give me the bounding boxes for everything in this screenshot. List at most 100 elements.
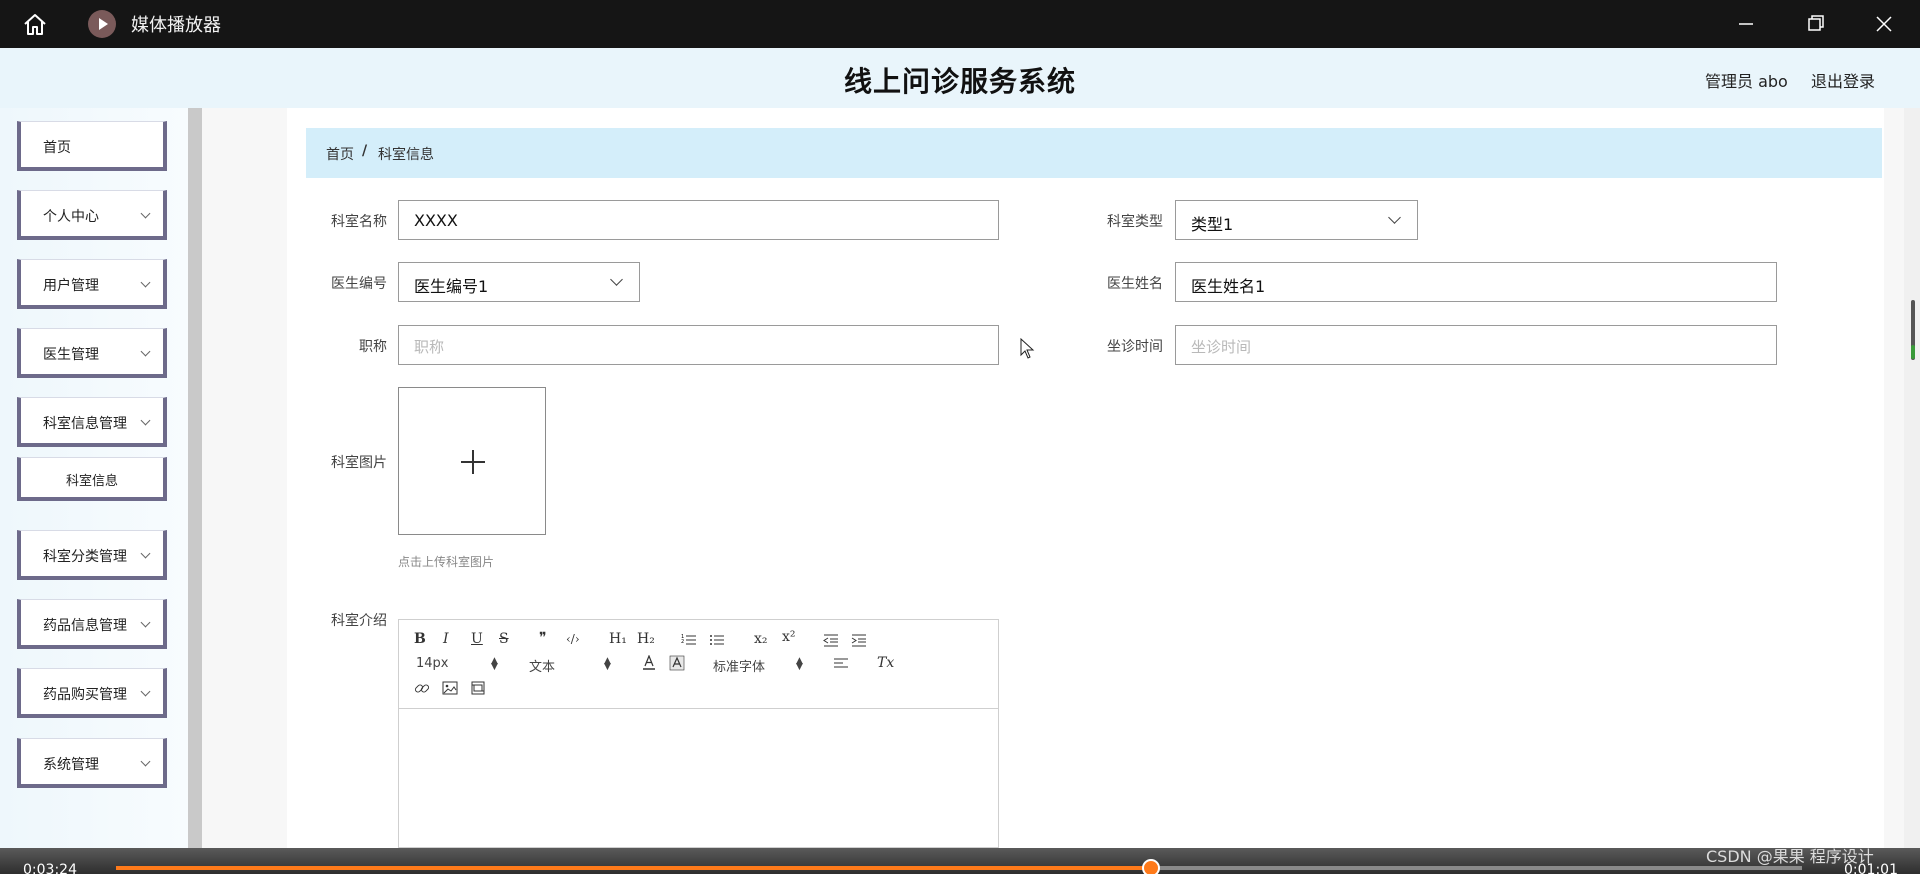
job-title-input[interactable]: 职称 [398, 325, 999, 365]
chevron-down-icon [140, 686, 151, 697]
chevron-down-icon [140, 346, 151, 357]
sidebar-item-label: 药品购买管理 [43, 687, 127, 703]
chevron-down-icon [140, 208, 151, 219]
blockquote-button[interactable]: ❞ [539, 630, 547, 646]
sidebar-item-drug-info-management[interactable]: 药品信息管理 [17, 599, 167, 649]
plus-icon-vertical [472, 450, 474, 474]
upload-hint: 点击上传科室图片 [398, 555, 495, 569]
select-arrows-icon: ▲ ▼ [796, 656, 803, 672]
doctor-no-value: 医生编号1 [414, 277, 489, 296]
dept-name-input[interactable]: XXXX [398, 200, 999, 240]
vertical-scrollbar[interactable] [1904, 108, 1920, 848]
rich-text-editor[interactable] [398, 708, 999, 848]
italic-button[interactable]: I [443, 631, 449, 647]
subscript-button[interactable]: x₂ [754, 631, 768, 647]
breadcrumb-separator: / [362, 143, 368, 159]
player-control-bar [0, 848, 1920, 874]
sidebar-item-label: 首页 [43, 140, 71, 156]
logout-link[interactable]: 退出登录 [1811, 68, 1875, 92]
sidebar-subitem-dept-info[interactable]: 科室信息 [17, 457, 167, 501]
dept-type-label: 科室类型 [1107, 214, 1163, 230]
doctor-no-label: 医生编号 [331, 276, 387, 292]
underline-button[interactable]: U [471, 631, 483, 647]
select-arrows-icon: ▲ ▼ [491, 656, 498, 672]
image-icon[interactable] [442, 680, 458, 696]
sidebar-item-label: 科室信息 [65, 474, 118, 489]
page-title: 线上问诊服务系统 [843, 65, 1076, 98]
indent-icon[interactable] [851, 633, 867, 647]
font-size-select[interactable]: 14px [416, 656, 449, 671]
select-arrows-icon: ▲ ▼ [604, 656, 611, 672]
dept-type-value: 类型1 [1191, 215, 1234, 234]
strike-button[interactable]: S [499, 631, 509, 647]
seek-handle[interactable] [1142, 859, 1160, 874]
chevron-down-icon [1388, 211, 1401, 224]
sidebar-item-dept-info-management[interactable]: 科室信息管理 [17, 397, 167, 447]
clinic-time-input[interactable]: 坐诊时间 [1175, 325, 1777, 365]
job-title-label: 职称 [359, 339, 387, 355]
sidebar-item-dept-category-management[interactable]: 科室分类管理 [17, 530, 167, 580]
dept-intro-label: 科室介绍 [331, 613, 387, 629]
breadcrumb-home-link[interactable]: 首页 [326, 144, 354, 164]
home-icon[interactable] [22, 12, 48, 36]
chevron-down-icon [140, 548, 151, 559]
sidebar-item-user-management[interactable]: 用户管理 [17, 259, 167, 309]
chevron-down-icon [140, 277, 151, 288]
code-block-button[interactable]: ‹/› [566, 632, 580, 646]
background-color-icon[interactable] [669, 655, 685, 671]
sidebar-item-home[interactable]: 首页 [17, 121, 167, 171]
dept-image-label: 科室图片 [331, 455, 387, 471]
dept-image-upload[interactable] [398, 387, 546, 535]
seek-progress [116, 866, 1151, 870]
heading2-button[interactable]: H₂ [637, 631, 655, 647]
bold-button[interactable]: B [414, 631, 426, 647]
video-icon[interactable] [470, 680, 486, 696]
chevron-down-icon [140, 415, 151, 426]
doctor-name-input[interactable]: 医生姓名1 [1175, 262, 1777, 302]
sidebar-item-system-management[interactable]: 系统管理 [17, 738, 167, 788]
clinic-time-label: 坐诊时间 [1107, 339, 1163, 355]
doctor-no-select[interactable]: 医生编号1 [398, 262, 640, 302]
outdent-icon[interactable] [823, 633, 839, 647]
align-icon[interactable] [833, 657, 849, 671]
sidebar-item-label: 药品信息管理 [43, 618, 127, 634]
dept-type-select[interactable]: 类型1 [1175, 200, 1418, 240]
sidebar-item-label: 个人中心 [43, 209, 99, 225]
superscript-button[interactable]: x² [782, 629, 796, 645]
admin-user-label[interactable]: 管理员 abo [1705, 68, 1788, 92]
breadcrumb-current: 科室信息 [378, 147, 434, 163]
link-icon[interactable] [414, 680, 430, 696]
sidebar-item-label: 医生管理 [43, 347, 99, 363]
restore-icon[interactable] [1795, 8, 1835, 40]
doctor-name-label: 医生姓名 [1107, 276, 1163, 292]
scrollbar-indicator [1911, 345, 1915, 359]
chevron-down-icon [140, 617, 151, 628]
sidebar-item-drug-purchase-management[interactable]: 药品购买管理 [17, 668, 167, 718]
clear-format-button[interactable]: Tx [877, 655, 894, 671]
player-title-bar: 媒体播放器 [0, 0, 1920, 48]
player-title: 媒体播放器 [131, 15, 221, 36]
watermark: CSDN @果果 程序设计 [1706, 847, 1874, 866]
ordered-list-icon[interactable]: 12 [681, 633, 697, 647]
media-player-logo-icon [88, 10, 116, 38]
sidebar-item-label: 科室分类管理 [43, 549, 127, 565]
sidebar-item-label: 科室信息管理 [43, 416, 127, 432]
sidebar-item-doctor-management[interactable]: 医生管理 [17, 328, 167, 378]
sidebar-item-label: 用户管理 [43, 278, 99, 294]
sidebar-item-personal-center[interactable]: 个人中心 [17, 190, 167, 240]
font-family-select[interactable]: 标准字体 [713, 656, 765, 675]
sidebar-item-label: 系统管理 [43, 757, 99, 773]
app-header: 线上问诊服务系统 管理员 abo 退出登录 [0, 48, 1920, 108]
dept-name-label: 科室名称 [331, 214, 387, 230]
font-color-icon[interactable] [642, 655, 656, 671]
bullet-list-icon[interactable] [709, 633, 725, 647]
heading1-button[interactable]: H₁ [609, 631, 627, 647]
sidebar-divider [188, 108, 202, 848]
rich-text-toolbar: B I U S ❞ ‹/› H₁ H₂ 12 x₂ x² 14px ▲ ▼ 文本 … [398, 619, 999, 709]
chevron-down-icon [140, 756, 151, 767]
paragraph-select[interactable]: 文本 [529, 656, 555, 675]
chevron-down-icon [610, 273, 623, 286]
elapsed-time: 0:03:24 [23, 862, 77, 874]
minimize-icon[interactable] [1726, 8, 1766, 40]
close-icon[interactable] [1864, 8, 1904, 40]
